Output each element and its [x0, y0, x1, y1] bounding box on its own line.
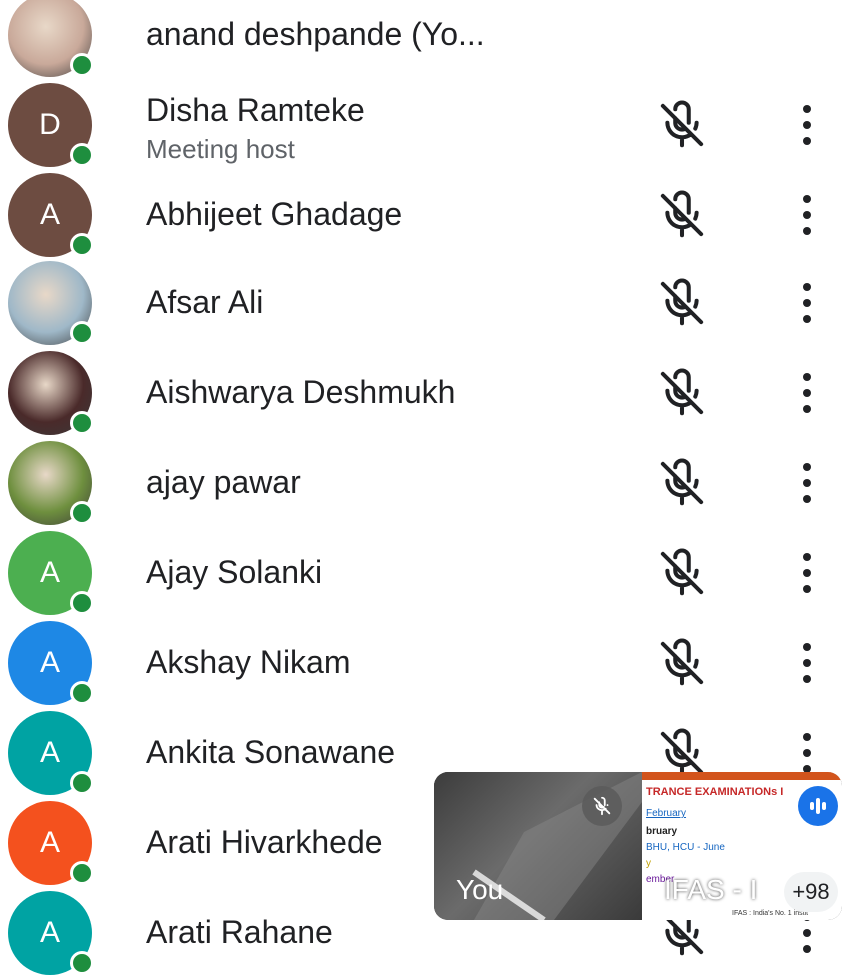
- participant-name: Aishwarya Deshmukh: [146, 374, 456, 410]
- more-options-icon[interactable]: [795, 283, 819, 323]
- more-options-icon[interactable]: [795, 553, 819, 593]
- mic-off-icon: [655, 366, 709, 420]
- online-dot-icon: [70, 53, 94, 77]
- participant-row[interactable]: A Ajay Solanki: [0, 528, 842, 618]
- participant-name: Disha Ramteke: [146, 92, 365, 128]
- share-text-line: y: [646, 858, 651, 869]
- avatar-initial: D: [39, 108, 61, 141]
- participant-name: Arati Rahane: [146, 914, 333, 950]
- online-dot-icon: [70, 771, 94, 795]
- participant-avatar: A: [8, 891, 94, 975]
- online-dot-icon: [70, 321, 94, 345]
- more-options-icon[interactable]: [795, 733, 819, 773]
- more-options-icon[interactable]: [795, 373, 819, 413]
- share-text-line: TRANCE EXAMINATIONs I: [646, 786, 784, 798]
- participant-name: ajay pawar: [146, 464, 301, 500]
- avatar-initial: A: [39, 826, 60, 859]
- speaking-indicator-icon: [798, 786, 838, 826]
- participant-row[interactable]: D Disha Ramteke Meeting host: [0, 80, 842, 170]
- online-dot-icon: [70, 501, 94, 525]
- participant-avatar: A: [8, 621, 94, 705]
- participant-row[interactable]: ajay pawar: [0, 438, 842, 528]
- others-count-badge[interactable]: +98: [784, 872, 838, 912]
- self-mic-off-icon: [582, 786, 622, 826]
- mic-off-icon: [655, 188, 709, 242]
- participant-row[interactable]: anand deshpande (Yo...: [0, 0, 842, 80]
- participant-avatar: A: [8, 531, 94, 615]
- share-text-line: bruary: [646, 826, 678, 837]
- mic-off-icon: [655, 546, 709, 600]
- more-options-icon[interactable]: [795, 643, 819, 683]
- avatar-initial: A: [39, 916, 60, 949]
- more-options-icon[interactable]: [795, 195, 819, 235]
- participant-name: Ajay Solanki: [146, 554, 323, 590]
- online-dot-icon: [70, 591, 94, 615]
- share-text-line: IFAS : India's No. 1 instit: [732, 910, 809, 917]
- online-dot-icon: [70, 861, 94, 885]
- participant-avatar: A: [8, 173, 94, 257]
- mic-off-icon: [655, 276, 709, 330]
- participant-name: Akshay Nikam: [146, 644, 351, 680]
- participant-avatar: A: [8, 801, 94, 885]
- share-header-bar: [642, 772, 842, 780]
- participant-row[interactable]: Afsar Ali: [0, 258, 842, 348]
- screen-share-tile[interactable]: TRANCE EXAMINATIONs I February bruary BH…: [642, 772, 842, 920]
- mic-off-icon: [655, 456, 709, 510]
- online-dot-icon: [70, 233, 94, 257]
- share-tile-label: IFAS - I: [664, 874, 758, 905]
- self-video-tile[interactable]: You: [434, 772, 642, 920]
- participant-name: Arati Hivarkhede: [146, 824, 383, 860]
- participant-avatar: A: [8, 711, 94, 795]
- participant-avatar: D: [8, 83, 94, 167]
- share-text-line: February: [646, 808, 687, 819]
- participant-row[interactable]: Aishwarya Deshmukh: [0, 348, 842, 438]
- online-dot-icon: [70, 143, 94, 167]
- participant-name: anand deshpande (Yo...: [146, 16, 485, 52]
- participant-avatar: [8, 351, 94, 435]
- mic-off-icon: [655, 636, 709, 690]
- share-text-line: BHU, HCU - June: [646, 842, 725, 853]
- online-dot-icon: [70, 411, 94, 435]
- more-options-icon[interactable]: [795, 463, 819, 503]
- participant-avatar: [8, 441, 94, 525]
- participant-avatar: [8, 261, 94, 345]
- avatar-initial: A: [39, 198, 60, 231]
- participant-avatar: [8, 0, 94, 77]
- participant-row[interactable]: A Akshay Nikam: [0, 618, 842, 708]
- more-options-icon[interactable]: [795, 105, 819, 145]
- online-dot-icon: [70, 681, 94, 705]
- picture-in-picture-window[interactable]: You TRANCE EXAMINATIONs I February bruar…: [434, 772, 842, 920]
- online-dot-icon: [70, 951, 94, 975]
- participant-role: Meeting host: [146, 134, 295, 164]
- self-tile-label: You: [456, 874, 504, 905]
- participant-name: Ankita Sonawane: [146, 734, 396, 770]
- avatar-initial: A: [39, 556, 60, 589]
- avatar-initial: A: [39, 736, 60, 769]
- participant-name: Abhijeet Ghadage: [146, 196, 403, 232]
- avatar-initial: A: [39, 646, 60, 679]
- participant-name: Afsar Ali: [146, 284, 264, 320]
- mic-off-icon: [655, 98, 709, 152]
- participant-row[interactable]: A Abhijeet Ghadage: [0, 170, 842, 260]
